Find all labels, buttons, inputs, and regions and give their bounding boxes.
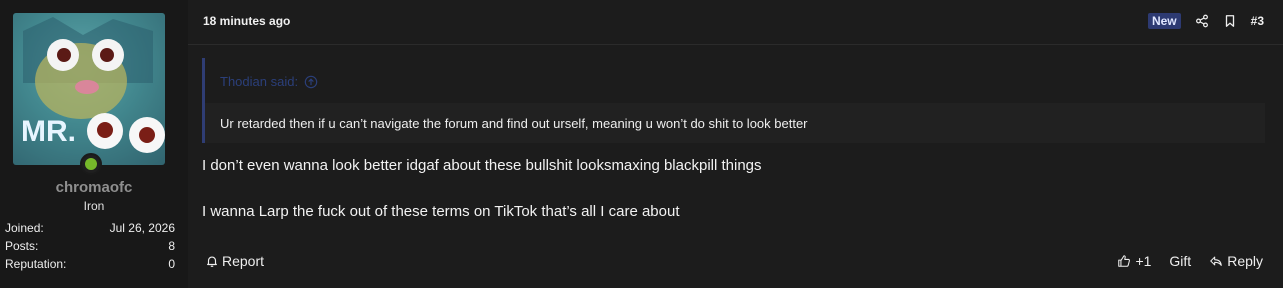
post-line: I don’t even wanna look better idgaf abo… (202, 157, 762, 174)
bookmark-icon[interactable] (1223, 14, 1237, 28)
new-badge: New (1147, 13, 1181, 29)
like-count: +1 (1135, 253, 1152, 269)
reply-label: Reply (1227, 253, 1263, 269)
stat-value: 8 (168, 239, 175, 253)
quote-header: Thodian said: (205, 58, 1265, 103)
forum-post: MR. chromaofc Iron Joined: Jul 26, 2026 … (0, 0, 1283, 288)
stat-label: Joined: (5, 221, 44, 235)
avatar-image: MR. (13, 13, 165, 165)
thumbs-up-icon (1118, 255, 1131, 267)
quote-text: Ur retarded then if u can’t navigate the… (220, 116, 808, 131)
gift-button[interactable]: Gift (1169, 253, 1191, 269)
report-label: Report (222, 253, 265, 269)
stat-value: Jul 26, 2026 (109, 221, 175, 235)
avatar-caption: MR. (21, 115, 76, 148)
post-footer: Report +1 Gift Reply (203, 252, 1263, 272)
bell-icon (207, 256, 217, 267)
post-timestamp[interactable]: 18 minutes ago (203, 14, 290, 28)
report-button[interactable]: Report (205, 253, 264, 269)
username[interactable]: chromaofc (0, 179, 188, 196)
user-rank: Iron (83, 199, 105, 213)
quote-author-name: Thodian said: (220, 74, 299, 89)
reply-icon (1210, 256, 1222, 266)
quote-author-link[interactable]: Thodian said: (220, 74, 318, 89)
post-line: I wanna Larp the fuck out of these terms… (202, 203, 680, 220)
online-status-icon (80, 153, 102, 175)
avatar[interactable]: MR. (13, 13, 165, 165)
user-sidebar: MR. chromaofc Iron Joined: Jul 26, 2026 … (0, 0, 188, 288)
quote-block: Thodian said: Ur retarded then if u can’… (202, 58, 1265, 143)
post-actions: +1 Gift Reply (1117, 253, 1263, 269)
reply-button[interactable]: Reply (1209, 253, 1263, 269)
post-content: 18 minutes ago New #3 Thodian said: Ur r… (188, 0, 1283, 288)
stat-value: 0 (168, 257, 175, 271)
post-header-divider (188, 44, 1283, 45)
post-tools: New #3 (1147, 12, 1264, 30)
like-button[interactable]: +1 (1117, 253, 1151, 269)
stat-label: Posts: (5, 239, 39, 253)
post-number[interactable]: #3 (1251, 14, 1264, 28)
stat-label: Reputation: (5, 257, 67, 271)
share-icon[interactable] (1195, 14, 1209, 28)
arrow-up-circle-icon (304, 75, 318, 88)
